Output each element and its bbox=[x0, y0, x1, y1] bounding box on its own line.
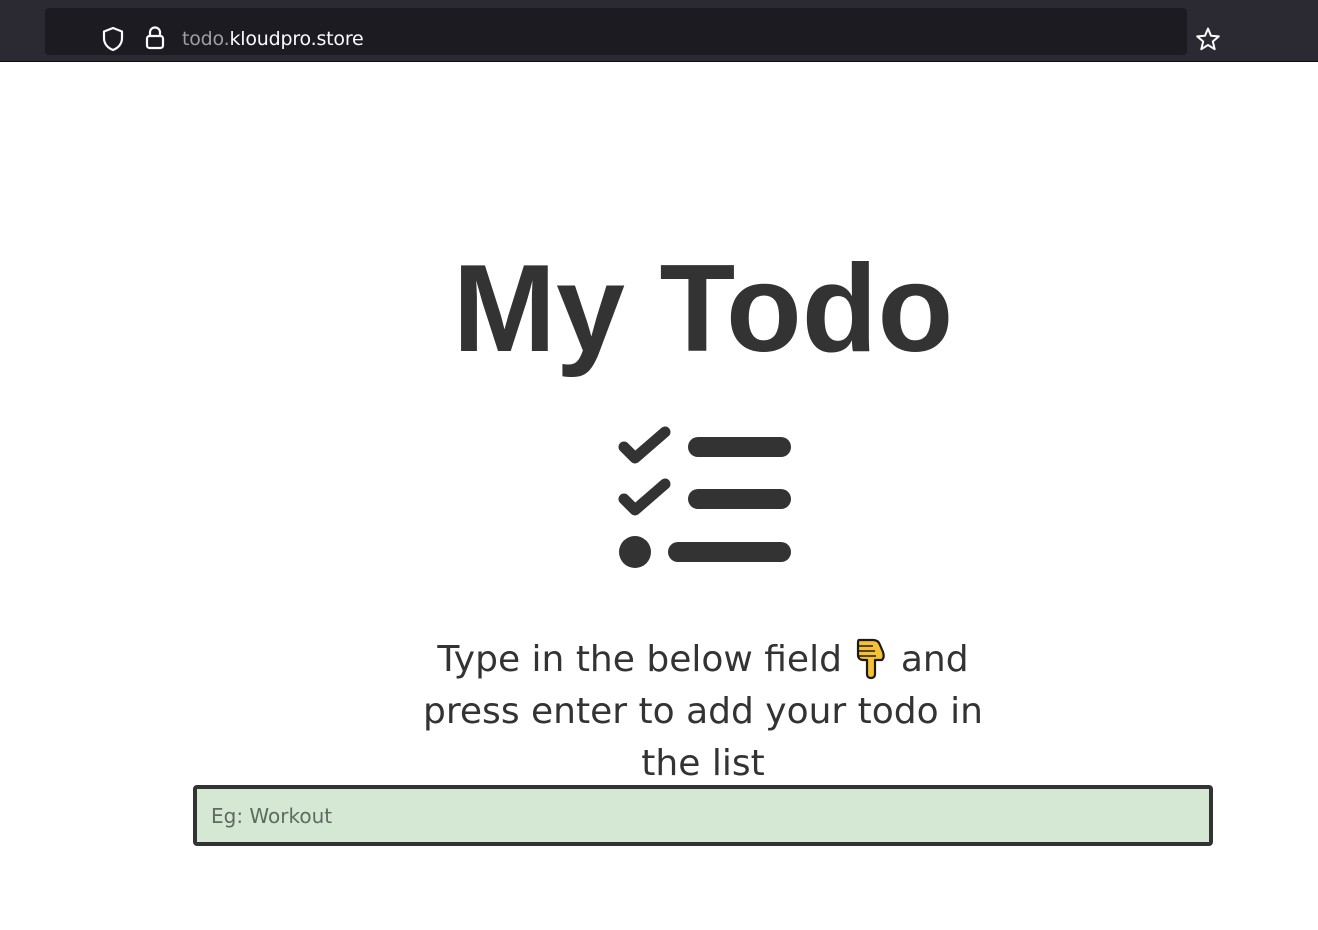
lock-icon[interactable] bbox=[144, 25, 166, 56]
url-subdomain: todo. bbox=[182, 28, 230, 50]
url-domain: kloudpro.store bbox=[229, 28, 364, 50]
pointing-down-emoji bbox=[853, 636, 889, 680]
address-bar[interactable]: todo.kloudpro.store bbox=[45, 8, 1220, 57]
instructions-text: Type in the below field and press enter … bbox=[403, 634, 1003, 790]
url-text[interactable]: todo.kloudpro.store bbox=[182, 27, 364, 51]
page-content: My Todo Type in the below field and pres… bbox=[0, 62, 1318, 930]
star-icon[interactable] bbox=[1195, 26, 1221, 57]
todo-input[interactable] bbox=[193, 785, 1213, 846]
shield-icon[interactable] bbox=[101, 26, 125, 57]
checklist-icon bbox=[614, 422, 794, 577]
browser-toolbar: todo.kloudpro.store bbox=[0, 0, 1318, 62]
page-title: My Todo bbox=[452, 240, 954, 378]
instruction-part1: Type in the below field bbox=[437, 639, 842, 680]
